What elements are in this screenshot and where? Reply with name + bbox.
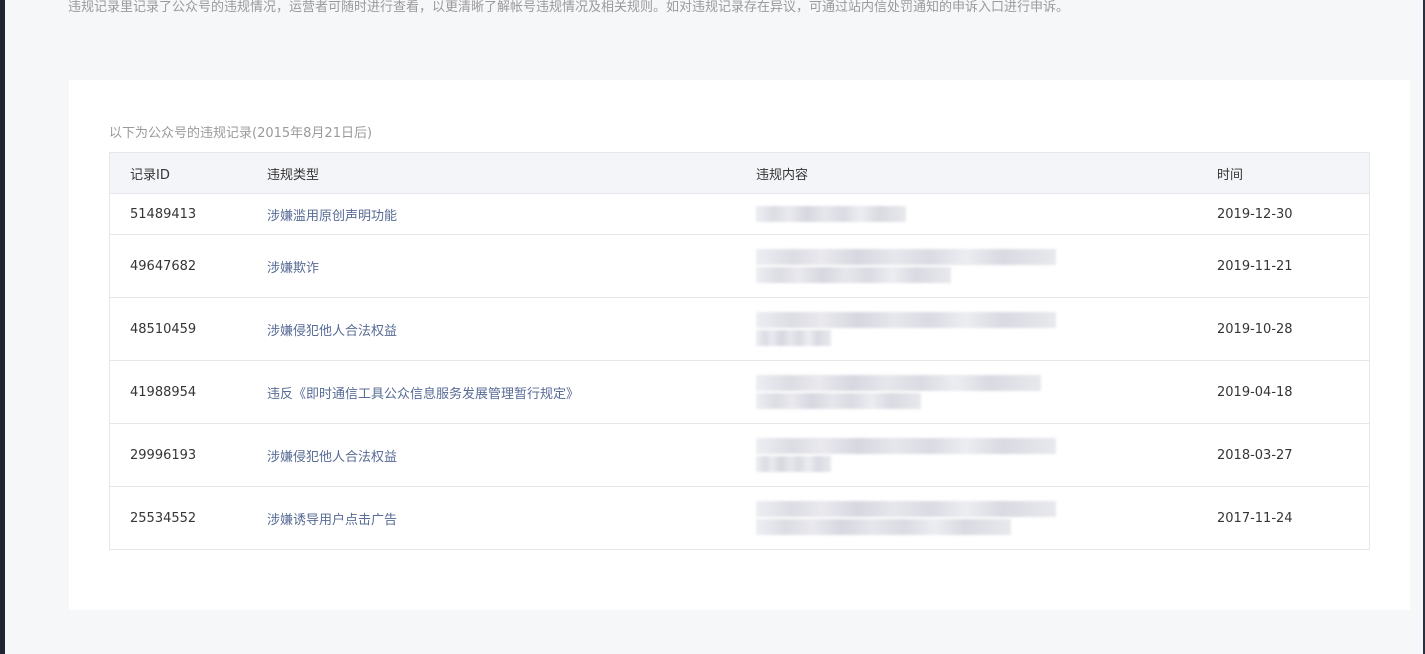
records-caption: 以下为公众号的违规记录(2015年8月21日后)	[109, 126, 373, 141]
record-id: 41988954	[109, 360, 267, 424]
violation-type-link[interactable]: 涉嫌诱导用户点击广告	[267, 513, 397, 528]
record-id: 49647682	[109, 234, 267, 298]
record-id: 51489413	[109, 193, 267, 235]
table-row: 49647682 涉嫌欺诈 2019-11-21	[109, 234, 1370, 298]
violation-records-panel: 以下为公众号的违规记录(2015年8月21日后) 记录ID 违规类型 违规内容 …	[69, 80, 1410, 610]
record-id: 48510459	[109, 297, 267, 361]
violation-type-link[interactable]: 涉嫌滥用原创声明功能	[267, 209, 397, 224]
record-time: 2019-11-21	[1217, 234, 1370, 298]
table-row: 29996193 涉嫌侵犯他人合法权益 2018-03-27	[109, 423, 1370, 487]
record-id: 29996193	[109, 423, 267, 487]
left-window-edge	[0, 0, 5, 654]
violation-content-redacted	[756, 193, 1217, 235]
violation-content-redacted	[756, 486, 1217, 550]
violation-records-table: 记录ID 违规类型 违规内容 时间 51489413 涉嫌滥用原创声明功能 20…	[109, 152, 1370, 550]
record-id: 25534552	[109, 486, 267, 550]
record-time: 2018-03-27	[1217, 423, 1370, 487]
header-record-id: 记录ID	[109, 152, 267, 194]
table-header-row: 记录ID 违规类型 违规内容 时间	[109, 152, 1370, 194]
violation-type-link[interactable]: 涉嫌侵犯他人合法权益	[267, 324, 397, 339]
violation-type-link[interactable]: 涉嫌欺诈	[267, 261, 319, 276]
violation-type-link[interactable]: 违反《即时通信工具公众信息服务发展管理暂行规定》	[267, 387, 579, 402]
record-time: 2019-12-30	[1217, 193, 1370, 235]
violation-content-redacted	[756, 297, 1217, 361]
table-row: 51489413 涉嫌滥用原创声明功能 2019-12-30	[109, 193, 1370, 235]
table-row: 48510459 涉嫌侵犯他人合法权益 2019-10-28	[109, 297, 1370, 361]
table-row: 25534552 涉嫌诱导用户点击广告 2017-11-24	[109, 486, 1370, 550]
record-time: 2019-04-18	[1217, 360, 1370, 424]
violation-type-link[interactable]: 涉嫌侵犯他人合法权益	[267, 450, 397, 465]
header-time: 时间	[1217, 152, 1370, 194]
violation-content-redacted	[756, 423, 1217, 487]
violation-content-redacted	[756, 360, 1217, 424]
header-violation-type: 违规类型	[267, 152, 756, 194]
header-violation-content: 违规内容	[756, 152, 1217, 194]
violation-content-redacted	[756, 234, 1217, 298]
record-time: 2019-10-28	[1217, 297, 1370, 361]
record-time: 2017-11-24	[1217, 486, 1370, 550]
table-row: 41988954 违反《即时通信工具公众信息服务发展管理暂行规定》 2019-0…	[109, 360, 1370, 424]
page-description: 违规记录里记录了公众号的违规情况，运营者可随时进行查看，以更清晰了解帐号违规情况…	[68, 0, 1070, 15]
